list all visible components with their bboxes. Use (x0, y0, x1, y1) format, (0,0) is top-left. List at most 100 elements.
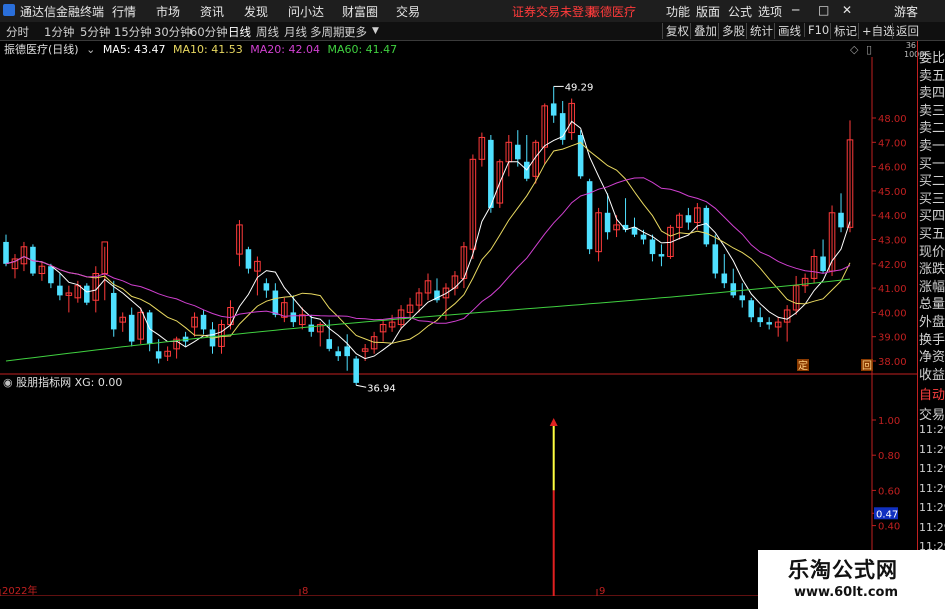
candle-body-down (838, 212, 844, 228)
candle-body-down (649, 239, 656, 255)
candle-body-down (48, 266, 54, 284)
candle-body-down (488, 139, 494, 208)
menu-news[interactable]: 资讯 (200, 3, 224, 20)
price-tick-label: 39.00 (878, 333, 907, 344)
app-title: 通达信金融终端 (20, 5, 105, 19)
chart-title: 振德医疗(日线) (4, 43, 79, 56)
period-monthly[interactable]: 月线 (284, 24, 307, 40)
current-stock-name: 振德医疗 (588, 5, 637, 19)
watermark-url: www.60lt.com (794, 585, 899, 600)
ma10-label: MA10: 41.53 (173, 43, 243, 56)
return-marker: 回 (862, 360, 872, 372)
menu-trade[interactable]: 交易 (396, 3, 420, 20)
period-multi[interactable]: 多周期 (310, 24, 345, 40)
candle-body-down (685, 215, 692, 223)
price-tick-label: 46.00 (878, 163, 907, 174)
side-panel-mode[interactable]: 交易 (919, 404, 945, 423)
time-row: 11:29 (919, 501, 945, 514)
indicator-header: ◉ 股朋指标网 XG: 0.00 (0, 374, 122, 390)
low-price-label: 36.94 (367, 383, 396, 394)
settings-diamond-icon[interactable]: ◇ (850, 43, 858, 56)
side-panel-field: 涨幅 (919, 279, 945, 295)
candle-body-down (820, 256, 826, 272)
high-price-label: 49.29 (565, 82, 594, 93)
candle-body-down (326, 339, 333, 349)
time-row: 11:29 (919, 462, 945, 475)
watermark: 乐淘公式网 www.60lt.com (758, 550, 945, 609)
side-panel-field: 现价 (919, 244, 945, 260)
side-panel-mode[interactable]: 自动 (919, 384, 945, 403)
back-button[interactable]: 返回 (892, 23, 922, 39)
menu-formula[interactable]: 公式 (728, 3, 752, 20)
quote-side-panel: 委比 卖五 卖四 卖三 卖二 卖一 买一 买二 买三 买四 买五 现价 涨跌 涨幅 总量 外盘 换手 净资 收益 自动… (917, 41, 945, 609)
menu-functions[interactable]: 功能 (666, 3, 690, 20)
period-more[interactable]: 更多 (344, 24, 367, 40)
side-panel-field: 收益 (919, 367, 945, 383)
price-tick-label: 47.00 (878, 138, 907, 149)
date-label: 9 (599, 586, 605, 596)
menu-wealth[interactable]: 财富圈 (342, 3, 378, 20)
period-5min[interactable]: 5分钟 (80, 24, 110, 40)
dropdown-icon[interactable]: ⌄ (86, 43, 95, 56)
candle-body-down (640, 234, 647, 240)
candle-body-down (84, 285, 90, 303)
overlay-button[interactable]: 叠加 (690, 23, 720, 39)
adjust-button[interactable]: 复权 (662, 23, 692, 39)
candle-body-down (353, 358, 359, 383)
menu-options[interactable]: 选项 (758, 3, 782, 20)
ma10-line (5, 141, 851, 344)
candlestick-chart[interactable]: 48.00 47.00 46.00 45.00 44.00 43.00 42.00 41.00… (0, 57, 917, 596)
price-tick-label: 41.00 (878, 284, 907, 295)
period-15min[interactable]: 15分钟 (114, 24, 152, 40)
indicator-current-label: 0.47 (876, 509, 898, 520)
period-daily[interactable]: 日线 (228, 24, 251, 40)
trade-login-status[interactable]: 证券交易未登录 (512, 3, 596, 20)
menu-discover[interactable]: 发现 (244, 3, 268, 20)
period-30min[interactable]: 30分钟 (154, 24, 192, 40)
minimize-icon[interactable]: ─ (792, 3, 799, 17)
candle-body-down (748, 300, 755, 318)
candle-body-down (515, 144, 521, 160)
indicator-tick-label: 0.40 (878, 522, 900, 533)
restore-icon[interactable]: □ (818, 3, 829, 17)
multi-stock-button[interactable]: 多股 (718, 23, 748, 39)
candle-body-down (272, 290, 279, 315)
guest-user[interactable]: 游客 (894, 3, 918, 20)
candle-body-down (757, 317, 763, 323)
side-panel-field: 外盘 (919, 315, 945, 330)
candle-body-down (344, 346, 350, 357)
indicator-name: 股朋指标网 (16, 376, 72, 389)
candle-body-down (730, 283, 737, 296)
side-panel-field: 卖五 (919, 68, 945, 84)
price-tick-label: 42.00 (878, 260, 907, 271)
mark-button[interactable]: 标记 (830, 23, 860, 39)
side-panel-field: 买四 (919, 209, 945, 225)
price-tick-label: 38.00 (878, 357, 907, 368)
price-tick-label: 48.00 (878, 114, 907, 125)
candle-body-down (335, 351, 341, 357)
price-tick-label: 43.00 (878, 236, 907, 247)
indicator-dropdown-icon[interactable]: ◉ (3, 376, 13, 389)
period-60min[interactable]: 60分钟 (190, 24, 228, 40)
close-icon[interactable]: ✕ (842, 3, 852, 17)
side-panel-field: 买二 (919, 174, 945, 190)
menu-market-quotes[interactable]: 行情 (112, 3, 136, 20)
indicator-tick-label: 0.80 (878, 451, 900, 462)
period-1min[interactable]: 1分钟 (44, 24, 74, 40)
period-weekly[interactable]: 周线 (256, 24, 279, 40)
menu-ask[interactable]: 问小达 (288, 3, 324, 20)
candle-body-down (577, 135, 584, 177)
statistics-button[interactable]: 统计 (746, 23, 776, 39)
price-tick-label: 45.00 (878, 187, 907, 198)
draw-line-button[interactable]: 画线 (774, 23, 804, 39)
time-row: 11:29 (919, 481, 945, 495)
period-intraday[interactable]: 分时 (6, 24, 29, 40)
menu-layout[interactable]: 版面 (696, 3, 720, 20)
expand-panel-icon[interactable]: ▯ (866, 43, 872, 56)
more-chevron-icon[interactable]: ▼ (372, 26, 379, 36)
candle-body-down (245, 249, 252, 269)
side-panel-field: 涨跌 (919, 262, 945, 278)
candle-body-down (57, 285, 63, 296)
f10-button[interactable]: F10 (804, 23, 832, 37)
menu-market[interactable]: 市场 (156, 3, 180, 20)
